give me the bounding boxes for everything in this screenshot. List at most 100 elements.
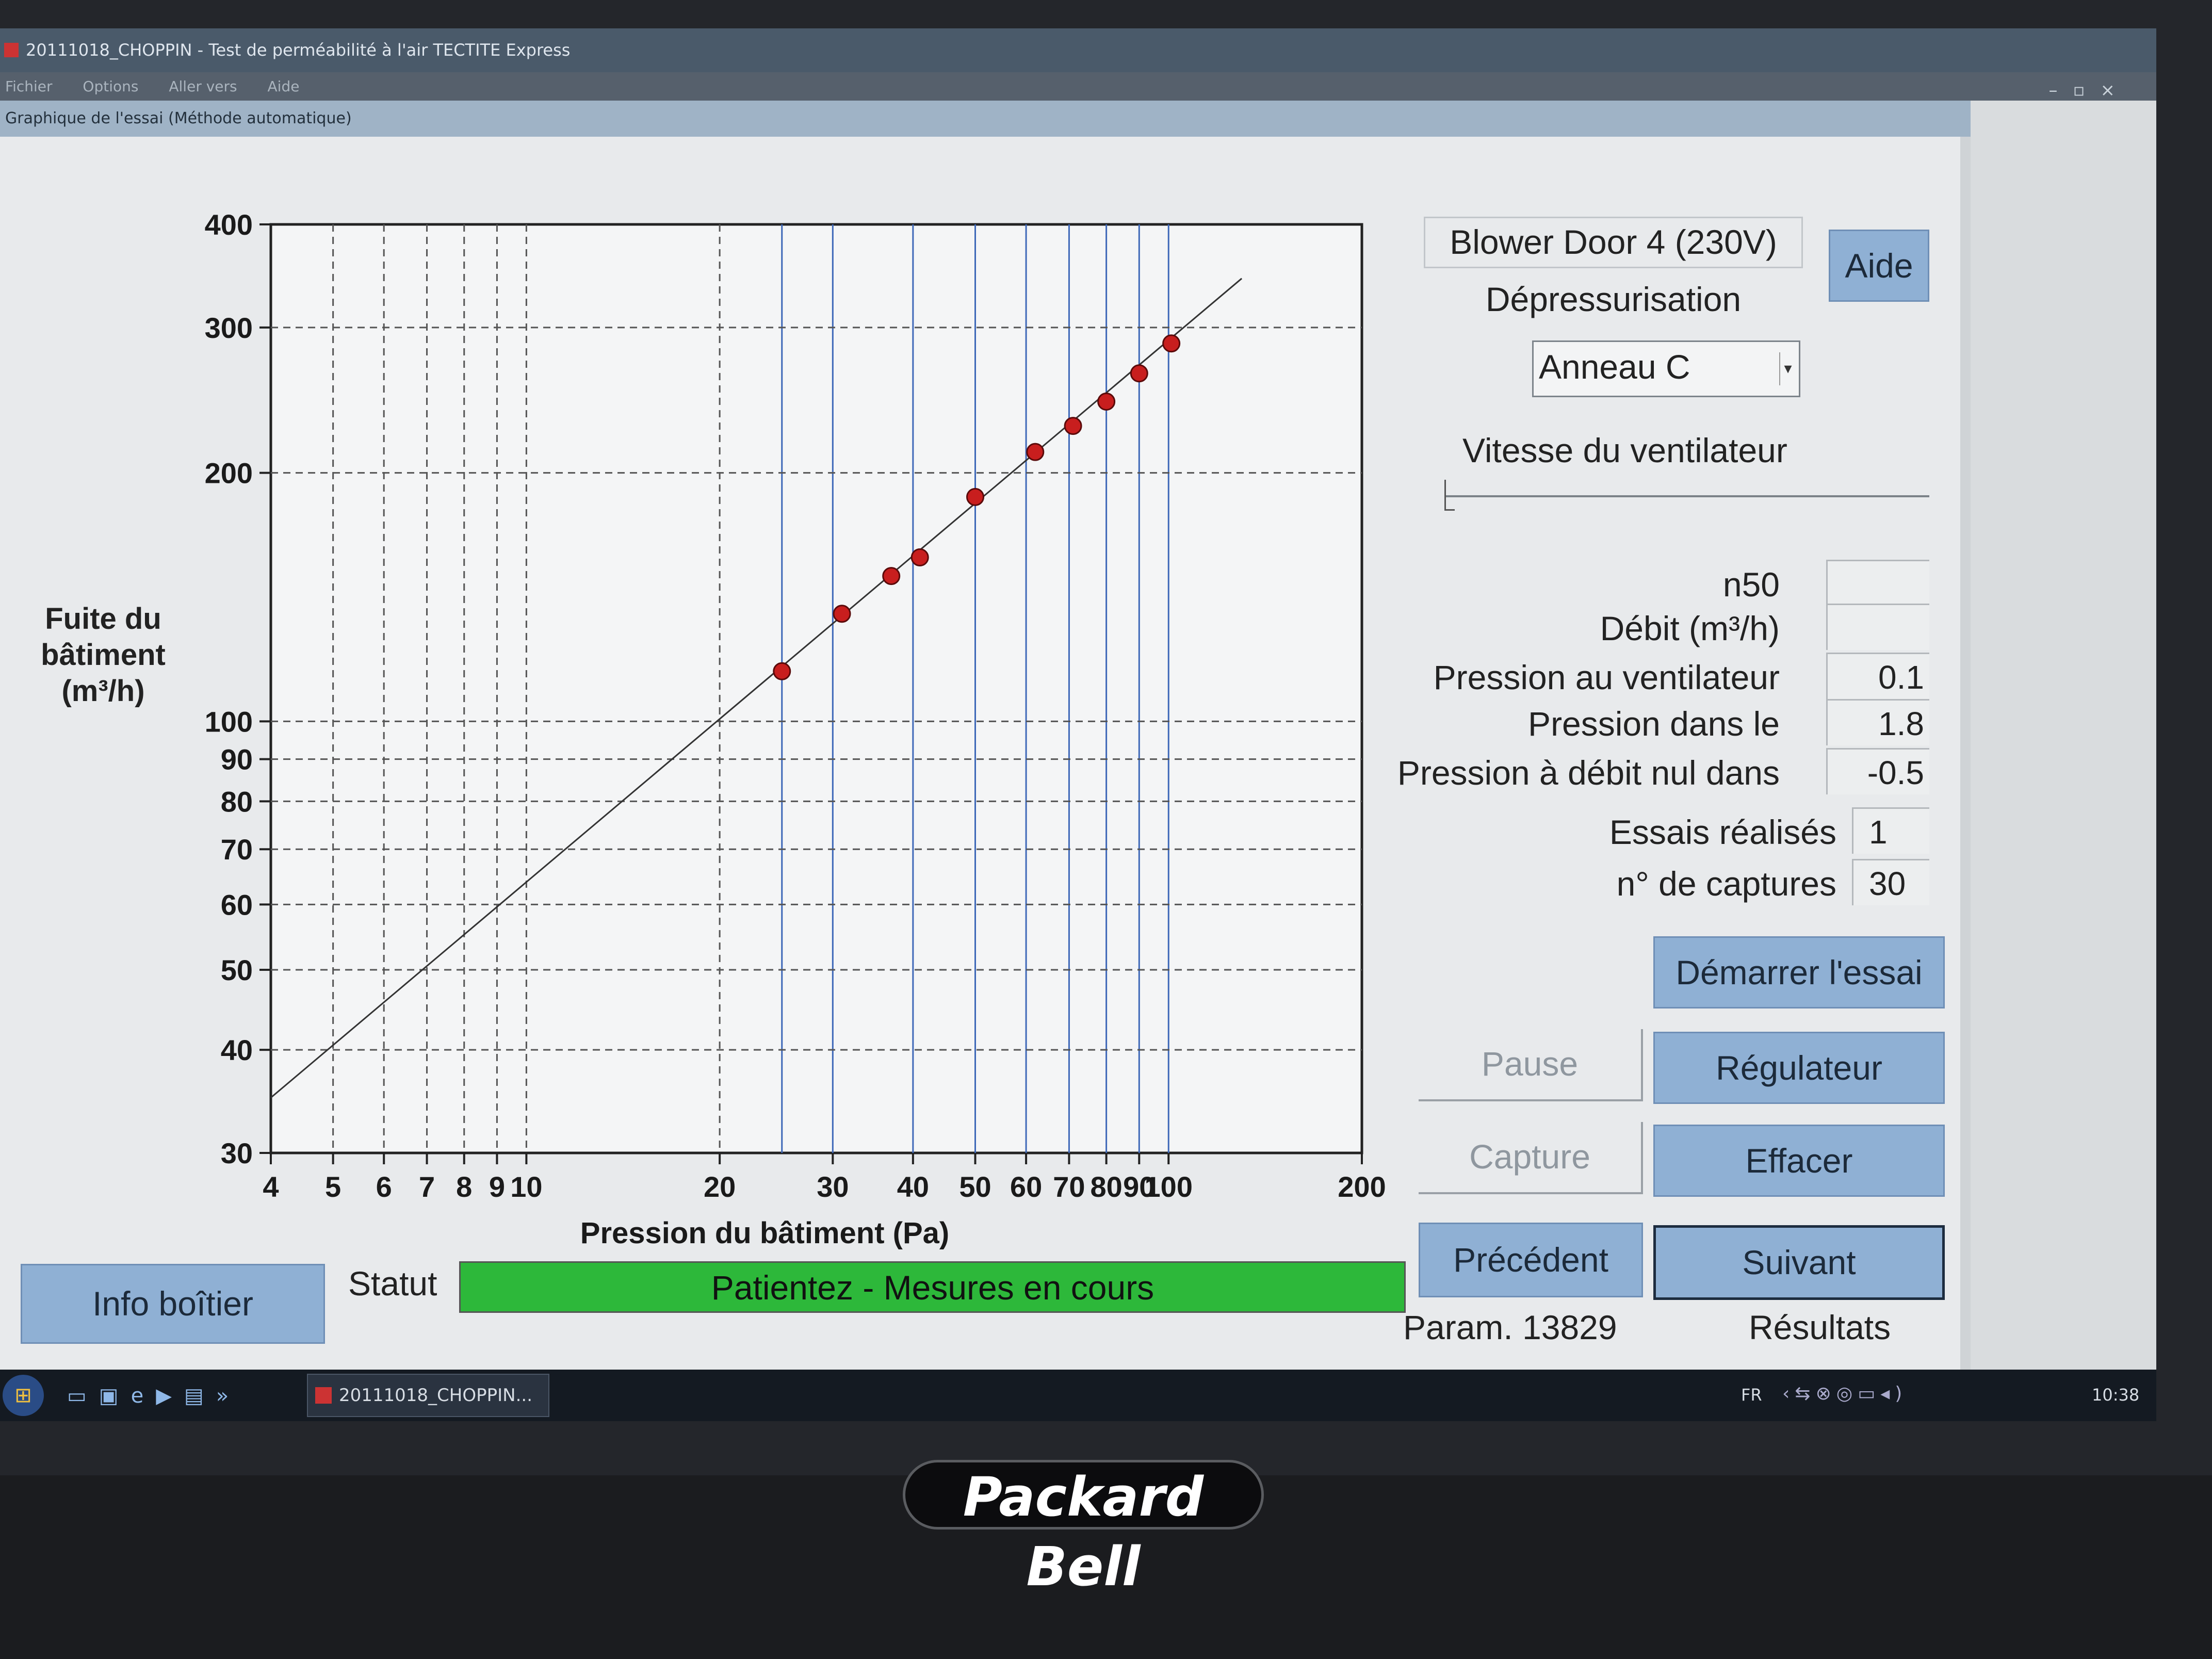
quick-launch: ▭▣e▶▤» bbox=[67, 1384, 241, 1408]
minimize-icon[interactable]: – bbox=[2048, 80, 2073, 101]
data-point bbox=[1162, 334, 1181, 353]
x-tick-label: 50 bbox=[959, 1170, 991, 1203]
params-label: Param. 13829 bbox=[1403, 1308, 1617, 1346]
pause-button[interactable]: Pause bbox=[1419, 1029, 1643, 1101]
explorer-icon[interactable]: ▤ bbox=[184, 1384, 216, 1408]
tray-expand-icon[interactable]: ‹ bbox=[1782, 1383, 1795, 1404]
status-text: Patientez - Mesures en cours bbox=[711, 1268, 1154, 1307]
data-point bbox=[882, 567, 901, 585]
x-axis-label: Pression du bâtiment (Pa) bbox=[580, 1216, 949, 1250]
data-point bbox=[1026, 443, 1045, 461]
x-tick-label: 200 bbox=[1338, 1170, 1386, 1203]
x-tick-label: 6 bbox=[376, 1170, 392, 1203]
y-tick-label: 300 bbox=[205, 312, 253, 344]
y-tick-label: 30 bbox=[221, 1137, 253, 1169]
ring-select[interactable]: Anneau C ▾ bbox=[1532, 340, 1800, 397]
reading-value: 1.8 bbox=[1826, 699, 1929, 745]
x-tick-label: 10 bbox=[510, 1170, 542, 1203]
task-label: 20111018_CHOPPIN... bbox=[339, 1385, 533, 1406]
browser-icon[interactable]: e bbox=[131, 1384, 156, 1408]
chevron-down-icon: ▾ bbox=[1779, 352, 1796, 385]
more-icon[interactable]: » bbox=[216, 1384, 241, 1408]
fan-speed-thumb[interactable] bbox=[1444, 480, 1455, 511]
y-tick-label: 200 bbox=[205, 457, 253, 490]
y-tick-label: 40 bbox=[221, 1034, 253, 1066]
regulator-button[interactable]: Régulateur bbox=[1653, 1032, 1945, 1104]
brand-logo: Packard Bell bbox=[903, 1460, 1264, 1598]
ring-select-value: Anneau C bbox=[1539, 348, 1690, 386]
menu-bar: Fichier Options Aller vers Aide bbox=[0, 72, 2156, 101]
window-titlebar: 20111018_CHOPPIN - Test de perméabilité … bbox=[0, 28, 2156, 72]
x-tick-label: 60 bbox=[1010, 1170, 1042, 1203]
device-model: Blower Door 4 (230V) bbox=[1424, 217, 1803, 268]
language-indicator[interactable]: FR bbox=[1741, 1385, 1762, 1405]
menu-item-help[interactable]: Aide bbox=[268, 78, 300, 95]
x-tick-label: 20 bbox=[704, 1170, 736, 1203]
clear-button[interactable]: Effacer bbox=[1653, 1125, 1945, 1197]
menu-item-options[interactable]: Options bbox=[83, 78, 138, 95]
test-mode: Dépressurisation bbox=[1485, 280, 1742, 318]
reading-value: -0.5 bbox=[1826, 748, 1929, 794]
window-title: 20111018_CHOPPIN - Test de perméabilité … bbox=[26, 40, 571, 60]
results-label: Résultats bbox=[1749, 1308, 1891, 1346]
fan-speed-slider[interactable] bbox=[1444, 480, 1929, 511]
leak-chart: 4 5 6 7 8 9 10 20 30 40 50 60 70 80 90100 2003040506070… bbox=[205, 208, 1386, 1250]
data-point bbox=[1097, 392, 1116, 411]
network-icon[interactable]: ⇆ bbox=[1795, 1383, 1815, 1404]
tray-icons: ‹⇆⊗◎▭◂) bbox=[1782, 1383, 1907, 1404]
desktop-icon[interactable]: ▭ bbox=[67, 1384, 99, 1408]
chart-panel: 4 5 6 7 8 9 10 20 30 40 50 60 70 80 90 100 200 30 40 50 60 70… bbox=[0, 137, 1960, 1370]
counter-value: 30 bbox=[1852, 859, 1929, 905]
restore-icon[interactable]: ▫ bbox=[2073, 80, 2100, 101]
switch-window-icon[interactable]: ▣ bbox=[99, 1384, 131, 1408]
x-tick-label: 40 bbox=[897, 1170, 929, 1203]
app-icon bbox=[4, 43, 19, 57]
clock[interactable]: 10:38 bbox=[2092, 1385, 2139, 1405]
x-tick-label: 100 bbox=[1145, 1170, 1193, 1203]
counter-label: Essais réalisés bbox=[1609, 813, 1836, 851]
y-tick-label: 90 bbox=[221, 743, 253, 776]
battery-icon[interactable]: ▭ bbox=[1858, 1383, 1880, 1404]
chart-window-title: Graphique de l'essai (Méthode automatiqu… bbox=[0, 101, 1971, 137]
box-info-button[interactable]: Info boîtier bbox=[21, 1264, 325, 1344]
x-tick-label: 8 bbox=[456, 1170, 472, 1203]
x-tick-label: 9 bbox=[489, 1170, 505, 1203]
fan-speed-track bbox=[1444, 495, 1929, 497]
screen: 20111018_CHOPPIN - Test de perméabilité … bbox=[0, 28, 2156, 1421]
y-tick-label: 70 bbox=[221, 833, 253, 866]
start-button[interactable]: ⊞ bbox=[3, 1375, 44, 1416]
window-controls: –▫× bbox=[2048, 80, 2130, 101]
capture-button[interactable]: Capture bbox=[1419, 1122, 1643, 1194]
media-player-icon[interactable]: ▶ bbox=[156, 1384, 184, 1408]
reading-label: Débit (m³/h) bbox=[1600, 609, 1780, 647]
start-test-button[interactable]: Démarrer l'essai bbox=[1653, 936, 1945, 1009]
menu-item-file[interactable]: Fichier bbox=[5, 78, 53, 95]
security-icon[interactable]: ⊗ bbox=[1816, 1383, 1836, 1404]
y-tick-label: 60 bbox=[221, 888, 253, 921]
data-point bbox=[1130, 364, 1148, 383]
x-tick-label: 30 bbox=[817, 1170, 849, 1203]
x-tick-label: 4 bbox=[263, 1170, 279, 1203]
readings-panel: n50 Débit (m³/h) Pression au ventilateur 0.… bbox=[1393, 560, 1929, 921]
reading-label: Pression au ventilateur bbox=[1433, 658, 1780, 696]
close-icon[interactable]: × bbox=[2101, 80, 2131, 101]
y-tick-label: 80 bbox=[221, 785, 253, 818]
task-app-icon bbox=[315, 1387, 332, 1404]
reading-label: Pression à débit nul dans bbox=[1397, 754, 1780, 792]
help-button[interactable]: Aide bbox=[1829, 230, 1929, 302]
background-area bbox=[1971, 101, 2156, 1370]
previous-button[interactable]: Précédent bbox=[1419, 1223, 1643, 1297]
menu-item-goto[interactable]: Aller vers bbox=[169, 78, 237, 95]
volume-icon[interactable]: ◂) bbox=[1880, 1383, 1907, 1404]
data-point bbox=[833, 605, 851, 623]
taskbar-task[interactable]: 20111018_CHOPPIN... bbox=[307, 1374, 549, 1417]
data-point bbox=[910, 548, 929, 566]
status-label: Statut bbox=[348, 1264, 437, 1303]
next-button[interactable]: Suivant bbox=[1653, 1225, 1945, 1300]
reading-value bbox=[1826, 604, 1929, 650]
counter-value: 1 bbox=[1852, 807, 1929, 854]
antivirus-icon[interactable]: ◎ bbox=[1836, 1383, 1858, 1404]
y-tick-label: 50 bbox=[221, 954, 253, 986]
x-tick-label: 5 bbox=[325, 1170, 341, 1203]
y-tick-label: 400 bbox=[205, 208, 253, 241]
